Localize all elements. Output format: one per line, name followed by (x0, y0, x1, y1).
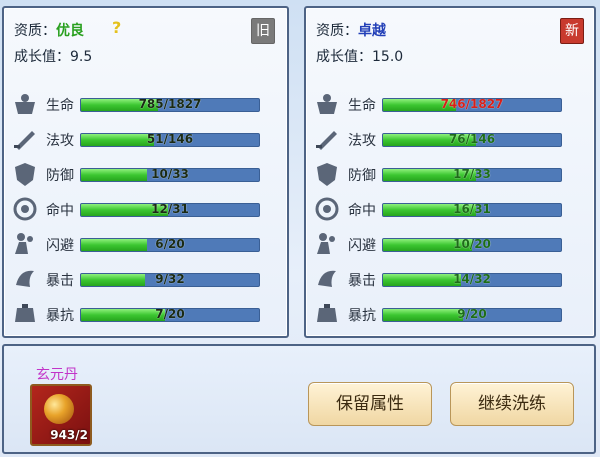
stat-bar: 9/32 (80, 273, 260, 287)
stat-label: 暴击 (46, 273, 74, 289)
stat-value: 10/20 (453, 238, 491, 251)
stat-row: 命中 12/31 (10, 195, 285, 223)
stat-value: 9/32 (155, 273, 185, 286)
stat-value: 9/20 (457, 308, 487, 321)
growth-label: 成长值： (14, 49, 70, 65)
stat-row: 暴抗 9/20 (312, 300, 587, 328)
old-growth-value: 9.5 (70, 49, 93, 65)
stat-label: 法攻 (348, 133, 376, 149)
quality-label: 资质： (316, 23, 358, 39)
sword-icon (10, 125, 40, 153)
stat-row: 闪避 10/20 (312, 230, 587, 258)
stat-label: 法攻 (46, 133, 74, 149)
stat-value: 785/1827 (138, 98, 202, 111)
stat-label: 命中 (348, 203, 376, 219)
stat-row: 防御 17/33 (312, 160, 587, 188)
sword-icon (312, 125, 342, 153)
new-growth-value: 15.0 (372, 49, 404, 65)
stat-row: 暴抗 7/20 (10, 300, 285, 328)
new-quality-row: 资质：卓越 (316, 20, 386, 40)
stat-value: 6/20 (155, 238, 185, 251)
stat-bar: 7/20 (80, 308, 260, 322)
stat-label: 闪避 (348, 238, 376, 254)
stat-label: 暴击 (348, 273, 376, 289)
refine-bottom-bar: 玄元丹 943/2 保留属性 继续洗练 (2, 344, 596, 454)
old-growth-row: 成长值：9.5 (14, 46, 92, 66)
stat-value: 16/31 (453, 203, 491, 216)
old-quality-value: 优良 (56, 23, 84, 39)
stat-label: 暴抗 (46, 308, 74, 324)
stat-label: 防御 (348, 168, 376, 184)
quality-label: 资质： (14, 23, 56, 39)
help-icon[interactable]: ? (112, 18, 121, 37)
growth-label: 成长值： (316, 49, 372, 65)
stat-row: 暴击 14/32 (312, 265, 587, 293)
old-quality-row: 资质：优良 (14, 20, 84, 40)
stat-bar: 51/146 (80, 133, 260, 147)
dodge-icon (312, 230, 342, 258)
dodge-icon (10, 230, 40, 258)
stat-bar: 12/31 (80, 203, 260, 217)
target-icon (312, 195, 342, 223)
old-tag-badge: 旧 (251, 18, 275, 44)
life-icon (10, 90, 40, 118)
stat-label: 防御 (46, 168, 74, 184)
stat-row: 命中 16/31 (312, 195, 587, 223)
stat-value: 76/146 (448, 133, 496, 146)
stat-bar: 785/1827 (80, 98, 260, 112)
crit-icon (10, 265, 40, 293)
old-attributes-panel: 资质：优良 ? 成长值：9.5 旧 生命 785/1827 法攻 51/146 防御 10… (2, 6, 289, 338)
stat-bar: 16/31 (382, 203, 562, 217)
continue-refine-button[interactable]: 继续洗练 (450, 382, 574, 426)
stat-row: 闪避 6/20 (10, 230, 285, 258)
stat-row: 防御 10/33 (10, 160, 285, 188)
item-count: 943/2 (50, 428, 88, 442)
stat-bar: 6/20 (80, 238, 260, 252)
target-icon (10, 195, 40, 223)
item-slot[interactable]: 943/2 (30, 384, 92, 446)
stat-label: 生命 (46, 98, 74, 114)
stat-bar: 76/146 (382, 133, 562, 147)
stat-value: 51/146 (146, 133, 194, 146)
stat-label: 暴抗 (348, 308, 376, 324)
stat-label: 命中 (46, 203, 74, 219)
stat-bar: 17/33 (382, 168, 562, 182)
new-tag-badge: 新 (560, 18, 584, 44)
stat-value: 7/20 (155, 308, 185, 321)
stat-bar: 746/1827 (382, 98, 562, 112)
stat-label: 闪避 (46, 238, 74, 254)
stat-label: 生命 (348, 98, 376, 114)
keep-attributes-button[interactable]: 保留属性 (308, 382, 432, 426)
pill-icon (44, 394, 74, 424)
new-attributes-panel: 资质：卓越 成长值：15.0 新 生命 746/1827 法攻 76/146 防御 17/… (304, 6, 596, 338)
stat-value: 17/33 (453, 168, 491, 181)
stat-value: 12/31 (151, 203, 189, 216)
stat-bar: 10/33 (80, 168, 260, 182)
new-growth-row: 成长值：15.0 (316, 46, 403, 66)
stat-row: 法攻 76/146 (312, 125, 587, 153)
shield-icon (10, 160, 40, 188)
shield-icon (312, 160, 342, 188)
armor-icon (10, 300, 40, 328)
life-icon (312, 90, 342, 118)
new-quality-value: 卓越 (358, 23, 386, 39)
stat-value: 14/32 (453, 273, 491, 286)
stat-row: 法攻 51/146 (10, 125, 285, 153)
armor-icon (312, 300, 342, 328)
item-name: 玄元丹 (36, 367, 78, 383)
stat-value: 746/1827 (440, 98, 504, 111)
stat-bar: 14/32 (382, 273, 562, 287)
crit-icon (312, 265, 342, 293)
stat-row: 生命 785/1827 (10, 90, 285, 118)
stat-bar: 10/20 (382, 238, 562, 252)
stat-row: 生命 746/1827 (312, 90, 587, 118)
stat-row: 暴击 9/32 (10, 265, 285, 293)
stat-bar: 9/20 (382, 308, 562, 322)
stat-value: 10/33 (151, 168, 189, 181)
